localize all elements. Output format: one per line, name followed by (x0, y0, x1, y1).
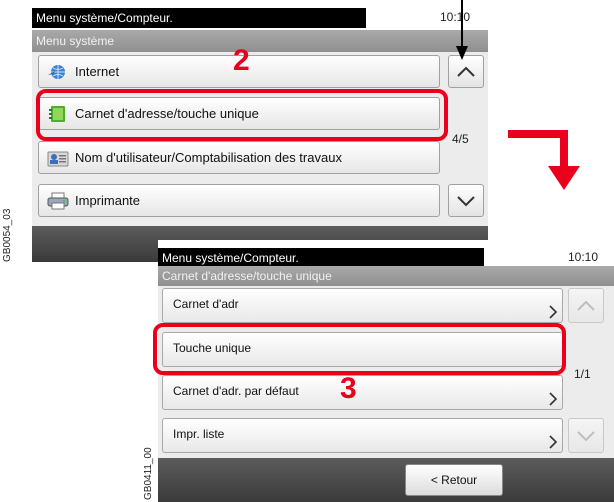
screen-system-menu: Menu système/Compteur. 10:10 Menu systèm… (32, 0, 488, 262)
transition-arrow-icon (508, 130, 580, 190)
status-time: 10:10 (568, 250, 599, 264)
page-indicator: 4/5 (452, 132, 469, 146)
step-number-3: 3 (340, 372, 357, 405)
menu-item-label: Touche unique (173, 341, 252, 355)
menu-item-label: Carnet d'adresse/touche unique (75, 106, 259, 121)
menu-item-one-touch-key[interactable]: Touche unique (162, 332, 563, 367)
menu-item-printer[interactable]: Imprimante (38, 184, 440, 217)
user-accounting-icon (47, 151, 69, 166)
chevron-right-icon (549, 392, 558, 406)
chevron-right-icon (549, 305, 558, 319)
status-bar: Menu système/Compteur. 10:10 (32, 0, 488, 30)
menu-item-address-book[interactable]: Carnet d'adresse/touche unique (38, 97, 440, 130)
chevron-down-icon (457, 195, 475, 206)
status-title: Menu système/Compteur. (158, 248, 484, 268)
printer-icon (47, 192, 69, 209)
chevron-up-icon (457, 66, 475, 77)
chevron-down-icon (577, 430, 595, 441)
menu-item-label: Internet (75, 64, 120, 79)
status-title: Menu système/Compteur. (32, 8, 366, 28)
menu-item-label: Imprimante (75, 193, 141, 208)
menu-item-label: Carnet d'adr. par défaut (173, 384, 299, 398)
chevron-right-icon (549, 435, 558, 449)
menu-item-print-list[interactable]: Impr. liste (162, 418, 563, 453)
menu-item-default-address-book[interactable]: Carnet d'adr. par défaut (162, 375, 563, 410)
menu-header: Carnet d'adresse/touche unique (158, 266, 614, 286)
footer-bar (158, 458, 614, 502)
menu-item-label: Nom d'utilisateur/Comptabilisation des t… (75, 150, 342, 165)
back-button[interactable]: < Retour (405, 464, 503, 496)
menu-item-label: Impr. liste (173, 427, 225, 441)
pointer-arrow-icon (456, 0, 468, 60)
menu-item-user-accounting[interactable]: Nom d'utilisateur/Comptabilisation des t… (38, 141, 440, 174)
menu-item-label: Carnet d'adr (173, 297, 239, 311)
menu-item-address-book[interactable]: Carnet d'adr (162, 288, 563, 323)
address-book-icon (49, 105, 65, 122)
scroll-down-button (568, 418, 604, 453)
page-indicator: 1/1 (574, 367, 591, 381)
step-number-2: 2 (233, 44, 250, 77)
menu-header: Menu système (32, 30, 488, 52)
scroll-down-button[interactable] (448, 184, 484, 217)
screen-address-book-menu: Menu système/Compteur. 10:10 Carnet d'ad… (158, 240, 614, 502)
internet-icon (48, 64, 65, 79)
chevron-up-icon (577, 300, 595, 311)
figure-code-screen1: GB0054_03 (2, 208, 13, 262)
scroll-up-button (568, 288, 604, 323)
figure-code-screen2: GB0411_00 (143, 447, 154, 500)
